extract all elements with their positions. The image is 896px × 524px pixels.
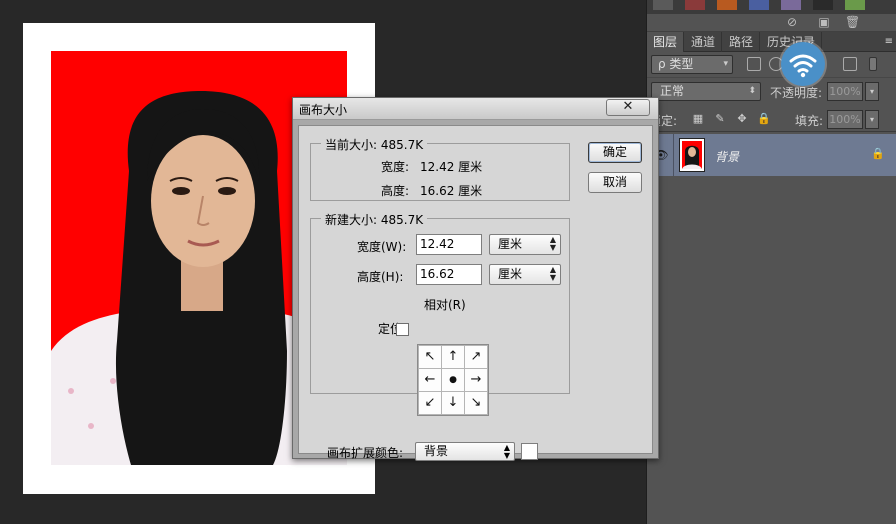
layer-row-background[interactable]: 👁 背景 🔒 [647, 134, 896, 176]
swatch-5[interactable] [781, 0, 801, 10]
width-input[interactable]: 12.42 [416, 234, 482, 255]
updown-icon: ▲ ▼ [549, 235, 556, 252]
cancel-button[interactable]: 取消 [588, 172, 642, 193]
lock-all-icon[interactable]: 🔒 [757, 112, 771, 126]
height-unit-value: 厘米 [498, 267, 523, 281]
dialog-title: 画布大小 [299, 103, 348, 117]
close-button[interactable]: ✕ [606, 99, 650, 116]
new-height-label: 高度(H): [357, 270, 404, 284]
current-height-label: 高度: [381, 184, 410, 198]
relative-label: 相对(R) [424, 298, 466, 312]
anchor-top-icon[interactable]: ↑ [441, 345, 465, 369]
layers-panel: ⊘ ▣ 🗑 图层 通道 路径 历史记录 ≡ ρ 类型 ▾ 正常 ⬍ 不透明度: … [646, 0, 896, 524]
height-unit-select[interactable]: 厘米 ▲ ▼ [489, 264, 561, 285]
canvas-size-dialog: 画布大小 ✕ 当前大小: 485.7K 宽度: 12.42 厘米 高度: 16.… [292, 97, 659, 461]
new-style-icon[interactable]: ▣ [817, 15, 831, 29]
layer-thumbnail [679, 138, 705, 172]
anchor-bottom-icon[interactable]: ↓ [441, 391, 465, 415]
width-unit-select[interactable]: 厘米 ▲ ▼ [489, 234, 561, 255]
layer-filter-row: ρ 类型 ▾ [647, 52, 896, 78]
relative-checkbox[interactable] [396, 323, 409, 336]
panel-tabs: 图层 通道 路径 历史记录 ≡ [647, 32, 896, 52]
dialog-titlebar[interactable]: 画布大小 ✕ [293, 98, 658, 120]
layer-thumbnail-image [682, 141, 702, 169]
swatch-4[interactable] [749, 0, 769, 10]
style-swatches [647, 0, 896, 14]
anchor-top-right-icon[interactable]: ↗ [464, 345, 488, 369]
blend-mode-select[interactable]: 正常 ⬍ [651, 82, 761, 101]
filter-toggle[interactable] [869, 57, 877, 71]
layer-lock-icon: 🔒 [871, 147, 885, 160]
lock-brush-icon[interactable]: ✎ [713, 112, 727, 126]
panel-menu-icon[interactable]: ≡ [885, 32, 893, 52]
swatch-7[interactable] [845, 0, 865, 10]
lock-move-icon[interactable]: ✥ [735, 112, 749, 126]
lock-row: 锁定: ▦ ✎ ✥ 🔒 填充: 100% ▾ [647, 106, 896, 132]
current-width-label: 宽度: [381, 160, 410, 174]
wifi-icon[interactable] [781, 42, 825, 86]
updown-icon: ▲ ▼ [503, 443, 510, 460]
current-height-value: 16.62 厘米 [420, 184, 483, 198]
layer-name[interactable]: 背景 [715, 148, 739, 165]
opacity-label: 不透明度: [770, 86, 823, 100]
anchor-center-icon[interactable]: ● [441, 368, 465, 392]
anchor-grid: ↖ ↑ ↗ ← ● → ↙ ↓ ↘ [417, 344, 489, 416]
current-width-value: 12.42 厘米 [420, 160, 483, 174]
width-unit-value: 厘米 [498, 237, 523, 251]
extension-color-value: 背景 [424, 444, 449, 458]
trash-icon[interactable]: 🗑 [845, 15, 860, 29]
fill-label: 填充: [795, 114, 824, 128]
swatch-2[interactable] [685, 0, 705, 10]
thumbnail-portrait [682, 141, 702, 169]
chevron-down-icon: ▾ [723, 59, 728, 69]
tab-channels[interactable]: 通道 [685, 32, 723, 52]
height-input[interactable]: 16.62 [416, 264, 482, 285]
fill-dropdown-icon[interactable]: ▾ [865, 110, 879, 129]
anchor-bottom-left-icon[interactable]: ↙ [418, 391, 442, 415]
filter-type-label: ρ 类型 [658, 57, 694, 71]
anchor-right-icon[interactable]: → [464, 368, 488, 392]
image-filter-icon[interactable] [747, 57, 761, 71]
swatch-toolbar: ⊘ ▣ 🗑 [647, 14, 896, 32]
swatch-6[interactable] [813, 0, 833, 10]
dialog-body: 当前大小: 485.7K 宽度: 12.42 厘米 高度: 16.62 厘米 确… [298, 125, 653, 461]
fill-input[interactable]: 100% [827, 110, 863, 129]
tab-layers[interactable]: 图层 [647, 32, 685, 52]
swatch-3[interactable] [717, 0, 737, 10]
extension-color-select[interactable]: 背景 ▲ ▼ [415, 442, 515, 461]
current-size-group: 当前大小: 485.7K 宽度: 12.42 厘米 高度: 16.62 厘米 [310, 136, 570, 201]
extension-color-swatch[interactable] [521, 443, 538, 460]
divider [673, 134, 674, 176]
updown-icon: ⬍ [748, 86, 756, 96]
no-style-icon[interactable]: ⊘ [785, 15, 799, 29]
extension-color-label: 画布扩展颜色: [327, 446, 404, 460]
blend-mode-value: 正常 [660, 84, 685, 98]
blend-row: 正常 ⬍ 不透明度: 100% ▾ [647, 80, 896, 104]
filter-type-select[interactable]: ρ 类型 ▾ [651, 55, 733, 74]
opacity-dropdown-icon[interactable]: ▾ [865, 82, 879, 101]
lock-transparent-icon[interactable]: ▦ [691, 112, 705, 126]
anchor-bottom-right-icon[interactable]: ↘ [464, 391, 488, 415]
anchor-top-left-icon[interactable]: ↖ [418, 345, 442, 369]
tab-paths[interactable]: 路径 [723, 32, 761, 52]
ok-button[interactable]: 确定 [588, 142, 642, 163]
updown-icon: ▲ ▼ [549, 265, 556, 282]
swatch-1[interactable] [653, 0, 673, 10]
current-size-title: 当前大小: 485.7K [321, 136, 428, 153]
close-icon: ✕ [622, 99, 634, 114]
anchor-left-icon[interactable]: ← [418, 368, 442, 392]
opacity-input[interactable]: 100% [827, 82, 863, 101]
new-size-title: 新建大小: 485.7K [321, 211, 428, 228]
wifi-glyph [789, 54, 817, 78]
smart-object-filter-icon[interactable] [843, 57, 857, 71]
new-width-label: 宽度(W): [357, 240, 407, 254]
